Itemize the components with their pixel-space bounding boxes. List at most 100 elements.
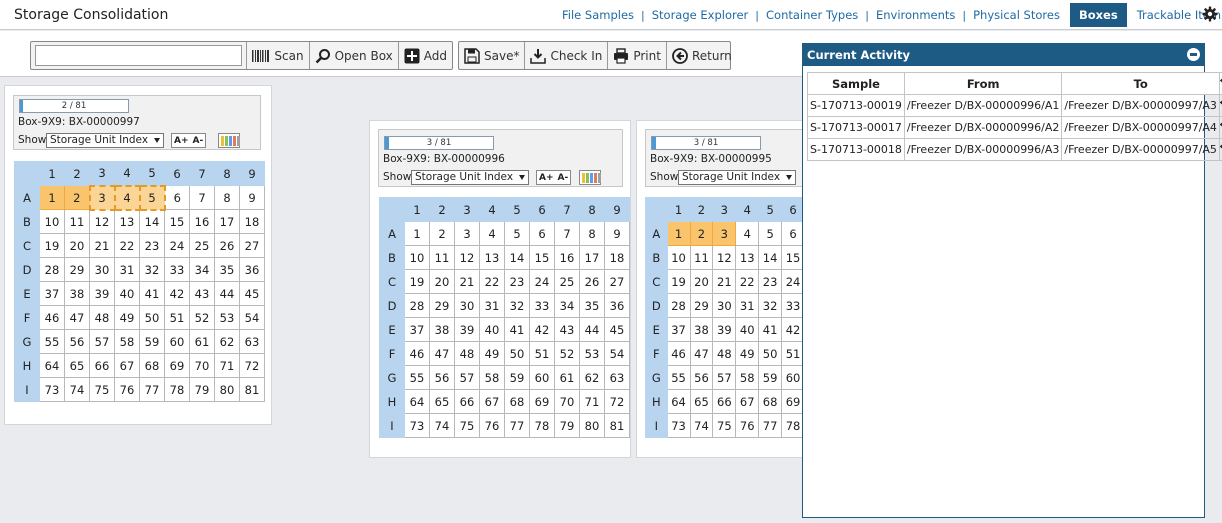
nav-item-environments[interactable]: Environments [869, 3, 962, 27]
grid-cell[interactable]: 1 [39, 185, 65, 210]
grid-cell[interactable]: 3 [88, 184, 116, 211]
grid-cell[interactable]: 75 [712, 413, 737, 438]
grid-cell[interactable]: 8 [579, 221, 605, 246]
grid-cell[interactable]: 7 [189, 185, 215, 210]
grid-cell[interactable]: 77 [758, 413, 783, 438]
grid-cell[interactable]: 58 [114, 329, 140, 354]
grid-cell[interactable]: 9 [239, 185, 265, 210]
show-select[interactable]: Storage Unit Index [46, 133, 164, 148]
grid-cell[interactable]: 33 [529, 293, 555, 318]
grid-cell[interactable]: 25 [189, 233, 215, 258]
grid-cell[interactable]: 78 [529, 413, 555, 438]
grid-cell[interactable]: 3 [454, 221, 480, 246]
grid-cell[interactable]: 44 [214, 281, 240, 306]
grid-cell[interactable]: 5 [758, 221, 783, 246]
grid-cell[interactable]: 71 [214, 353, 240, 378]
grid-cell[interactable]: 61 [189, 329, 215, 354]
grid-cell[interactable]: 65 [64, 353, 90, 378]
grid-cell[interactable]: 39 [89, 281, 115, 306]
grid-cell[interactable]: 29 [429, 293, 455, 318]
grid-cell[interactable]: 7 [554, 221, 580, 246]
open-box-button[interactable]: Open Box [308, 42, 398, 69]
grid-cell[interactable]: 25 [554, 269, 580, 294]
grid-cell[interactable]: 59 [504, 365, 530, 390]
grid-cell[interactable]: 78 [164, 377, 190, 402]
grid-cell[interactable]: 65 [689, 389, 714, 414]
grid-cell[interactable]: 15 [164, 209, 190, 234]
grid-cell[interactable]: 10 [666, 245, 691, 270]
grid-cell[interactable]: 38 [64, 281, 90, 306]
grid-cell[interactable]: 58 [735, 365, 760, 390]
grid-cell[interactable]: 72 [604, 389, 630, 414]
grid-cell[interactable]: 2 [429, 221, 455, 246]
grid-cell[interactable]: 4 [479, 221, 505, 246]
grid-cell[interactable]: 76 [735, 413, 760, 438]
grid-cell[interactable]: 53 [214, 305, 240, 330]
grid-cell[interactable]: 21 [89, 233, 115, 258]
grid-cell[interactable]: 37 [39, 281, 65, 306]
grid-cell[interactable]: 70 [189, 353, 215, 378]
grid-cell[interactable]: 43 [189, 281, 215, 306]
grid-cell[interactable]: 38 [689, 317, 714, 342]
grid-cell[interactable]: 8 [214, 185, 240, 210]
grid-cell[interactable]: 35 [579, 293, 605, 318]
grid-cell[interactable]: 64 [666, 389, 691, 414]
grid-cell[interactable]: 68 [758, 389, 783, 414]
grid-cell[interactable]: 57 [712, 365, 737, 390]
grid-cell[interactable]: 58 [479, 365, 505, 390]
grid-cell[interactable]: 21 [454, 269, 480, 294]
grid-cell[interactable]: 52 [189, 305, 215, 330]
grid-cell[interactable]: 67 [479, 389, 505, 414]
add-button[interactable]: Add [397, 42, 452, 69]
grid-cell[interactable]: 46 [39, 305, 65, 330]
nav-item-boxes[interactable]: Boxes [1069, 3, 1127, 27]
grid-cell[interactable]: 23 [139, 233, 165, 258]
grid-cell[interactable]: 31 [114, 257, 140, 282]
grid-cell[interactable]: 29 [689, 293, 714, 318]
grid-cell[interactable]: 73 [39, 377, 65, 402]
font-decrease-button[interactable]: A- [556, 173, 571, 183]
nav-item-physical-stores[interactable]: Physical Stores [966, 3, 1067, 27]
grid-cell[interactable]: 22 [735, 269, 760, 294]
grid-cell[interactable]: 73 [404, 413, 430, 438]
grid-cell[interactable]: 38 [429, 317, 455, 342]
grid-cell[interactable]: 27 [239, 233, 265, 258]
grid-cell[interactable]: 29 [64, 257, 90, 282]
scan-input[interactable] [35, 45, 243, 66]
grid-cell[interactable]: 30 [712, 293, 737, 318]
grid-cell[interactable]: 21 [712, 269, 737, 294]
grid-cell[interactable]: 62 [214, 329, 240, 354]
grid-cell[interactable]: 22 [114, 233, 140, 258]
nav-item-container-types[interactable]: Container Types [759, 3, 865, 27]
grid-cell[interactable]: 16 [554, 245, 580, 270]
grid-cell[interactable]: 4 [735, 221, 760, 246]
grid-cell[interactable]: 50 [139, 305, 165, 330]
grid-cell[interactable]: 75 [89, 377, 115, 402]
grid-cell[interactable]: 44 [579, 317, 605, 342]
grid-cell[interactable]: 55 [666, 365, 691, 390]
grid-cell[interactable]: 32 [758, 293, 783, 318]
grid-cell[interactable]: 45 [604, 317, 630, 342]
grid-cell[interactable]: 13 [735, 245, 760, 270]
grid-cell[interactable]: 77 [139, 377, 165, 402]
grid-cell[interactable]: 80 [579, 413, 605, 438]
grid-cell[interactable]: 53 [579, 341, 605, 366]
grid-cell[interactable]: 5 [504, 221, 530, 246]
grid-cell[interactable]: 18 [604, 245, 630, 270]
grid-cell[interactable]: 46 [666, 341, 691, 366]
grid-cell[interactable]: 80 [214, 377, 240, 402]
grid-cell[interactable]: 50 [504, 341, 530, 366]
grid-cell[interactable]: 16 [189, 209, 215, 234]
grid-cell[interactable]: 57 [454, 365, 480, 390]
grid-cell[interactable]: 14 [758, 245, 783, 270]
grid-cell[interactable]: 66 [454, 389, 480, 414]
grid-cell[interactable]: 68 [504, 389, 530, 414]
font-decrease-button[interactable]: A- [191, 136, 206, 146]
grid-cell[interactable]: 41 [139, 281, 165, 306]
return-button[interactable]: Return [665, 42, 737, 69]
grid-cell[interactable]: 13 [114, 209, 140, 234]
grid-cell[interactable]: 17 [214, 209, 240, 234]
grid-cell[interactable]: 41 [504, 317, 530, 342]
grid-cell[interactable]: 59 [139, 329, 165, 354]
grid-cell[interactable]: 70 [554, 389, 580, 414]
